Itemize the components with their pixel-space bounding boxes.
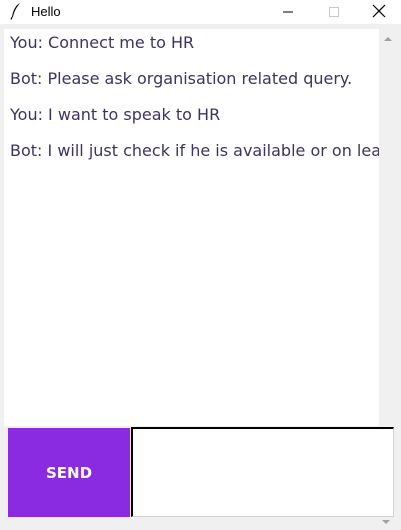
chat-message: Bot: I will just check if he is availabl… [10,141,379,160]
window-title: Hello [31,4,61,19]
minimize-button[interactable] [265,0,311,24]
send-button[interactable]: SEND [8,428,130,517]
chat-message: You: I want to speak to HR [10,105,221,124]
chat-message: You: Connect me to HR [10,33,195,52]
maximize-button[interactable] [311,0,357,24]
maximize-icon [328,3,340,22]
title-bar[interactable]: Hello [0,0,401,24]
close-icon [372,3,386,22]
vertical-scrollbar[interactable] [379,29,396,426]
close-button[interactable] [356,0,401,24]
minimize-icon [282,3,294,22]
message-input[interactable] [131,427,394,517]
scroll-up-icon[interactable] [379,33,396,45]
chat-message: Bot: Please ask organisation related que… [10,69,353,88]
chat-window: Hello You: Connect me to HR Bot: Please … [0,0,401,530]
scroll-down-icon[interactable] [380,517,392,527]
scroll-thumb[interactable] [380,47,395,423]
chat-log[interactable]: You: Connect me to HR Bot: Please ask or… [4,29,379,426]
feather-icon [8,2,24,20]
